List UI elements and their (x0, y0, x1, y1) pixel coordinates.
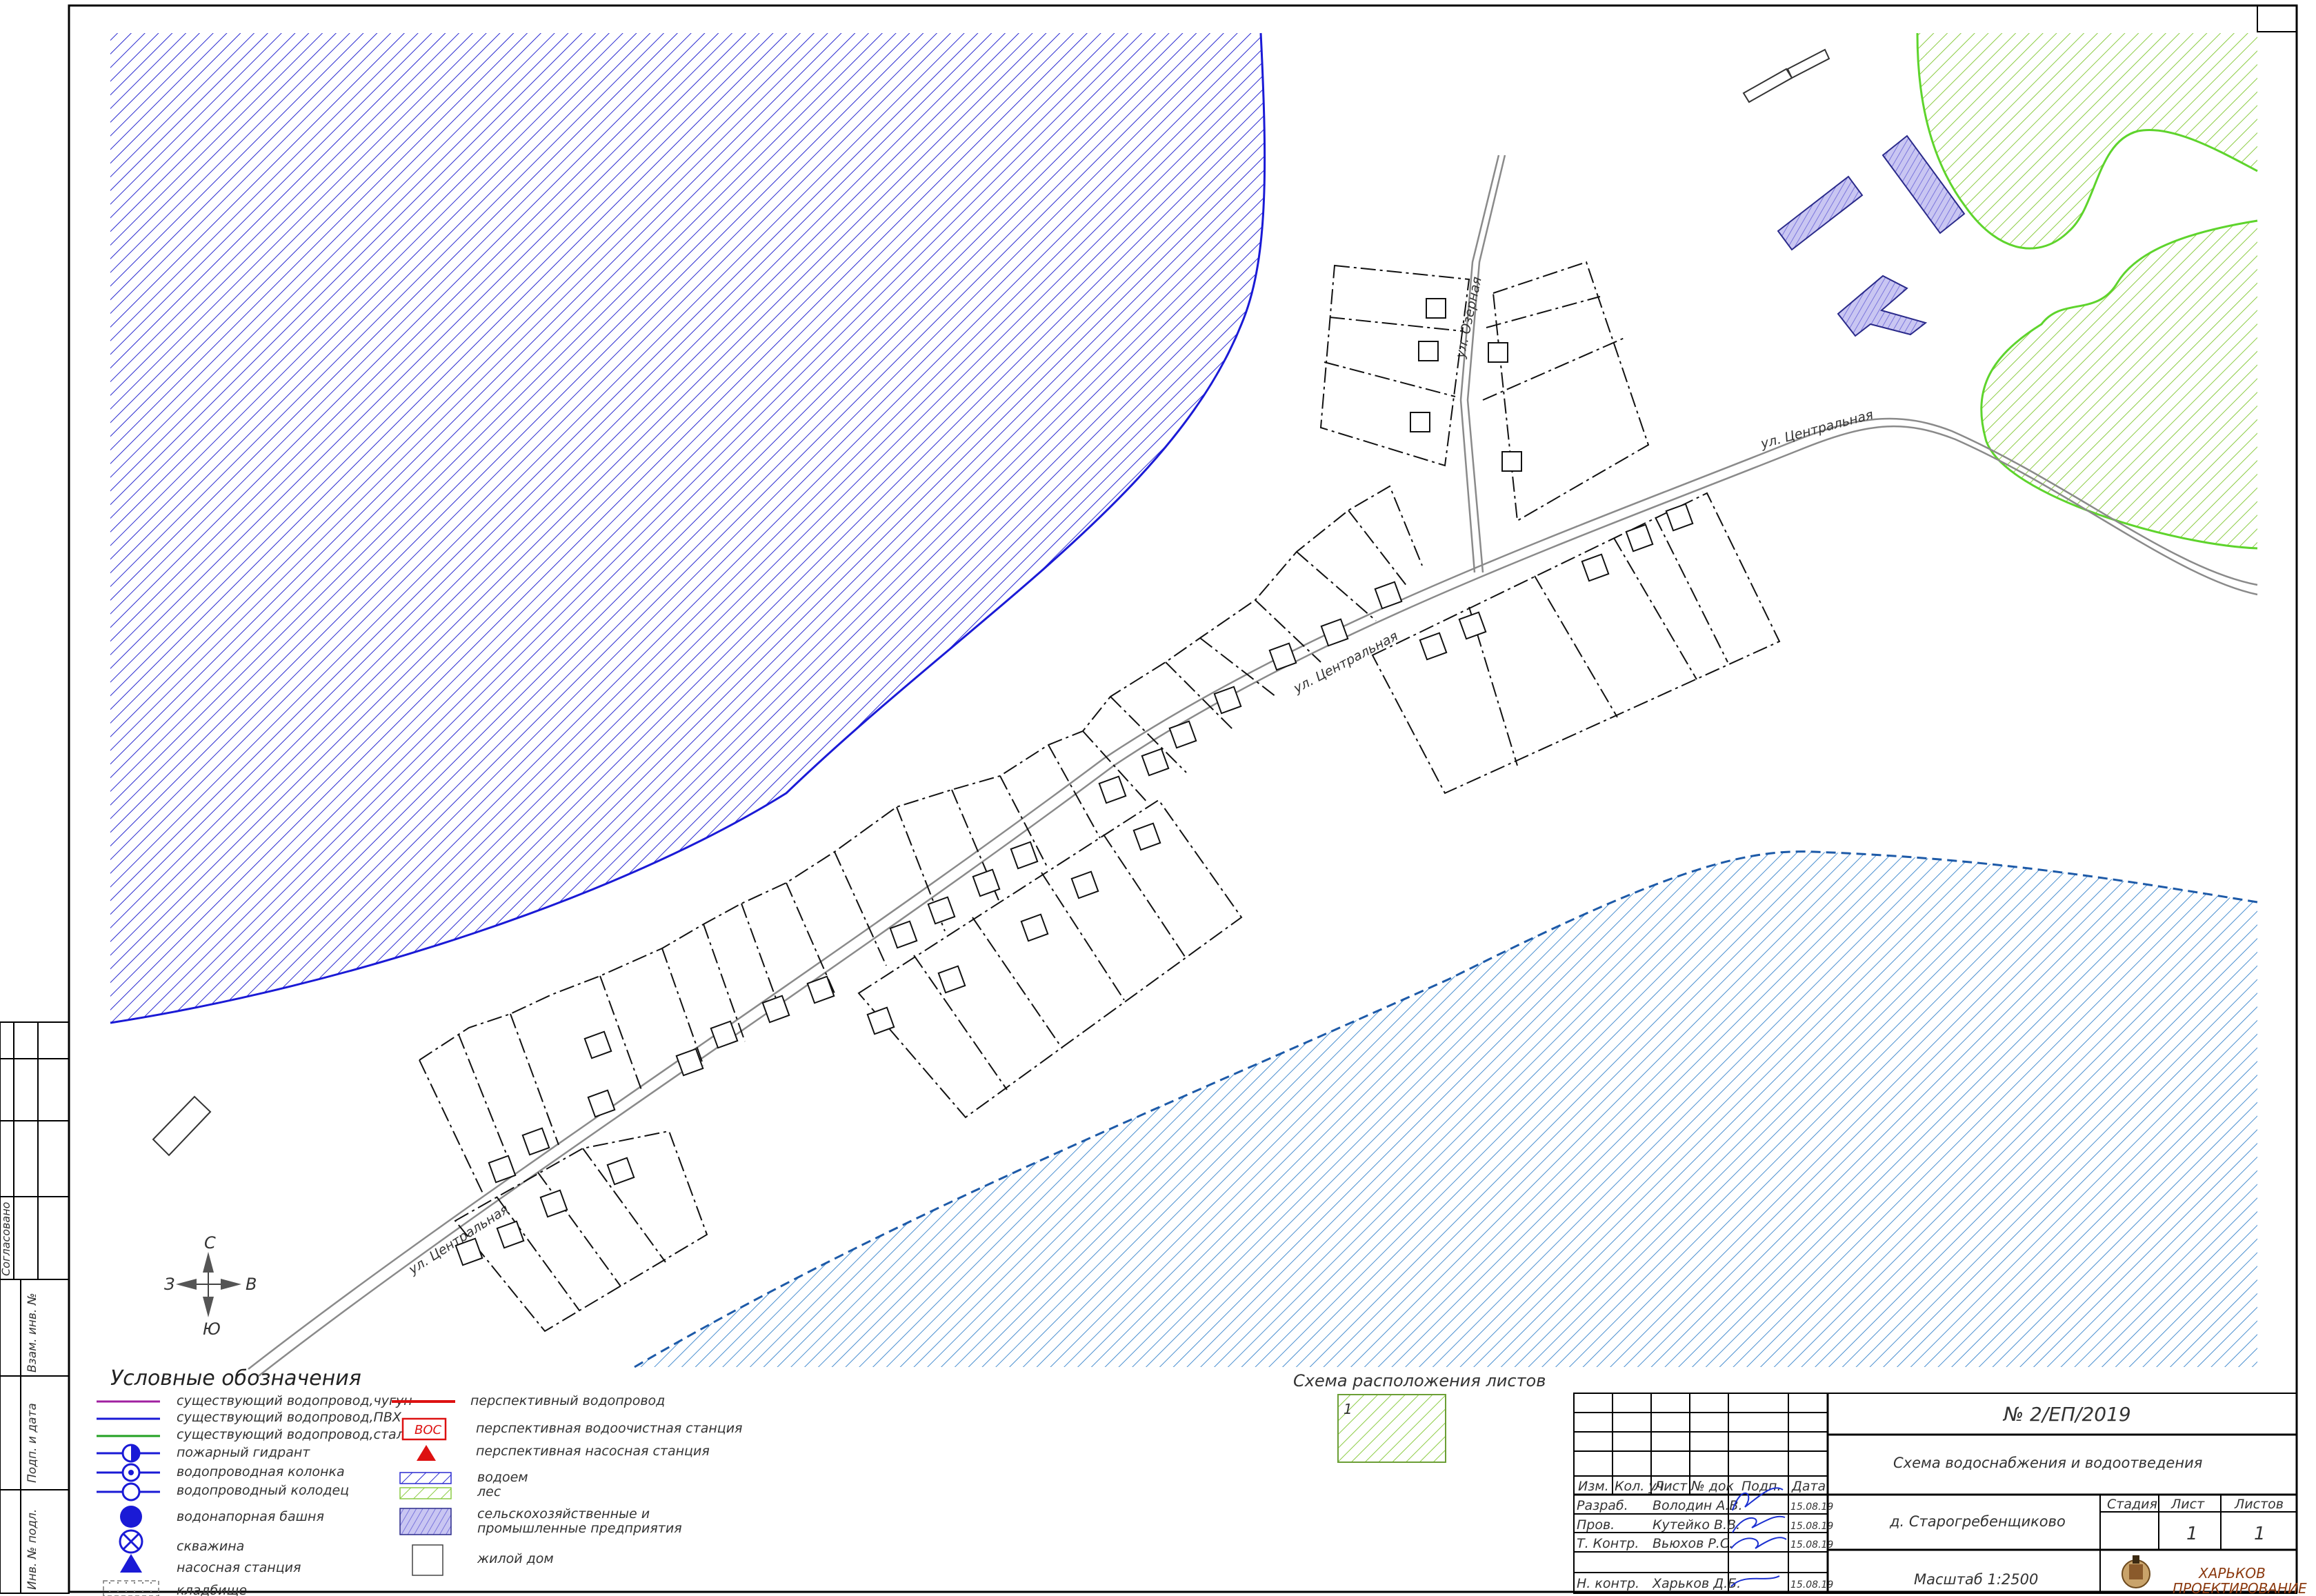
legend-voc-label: ВОС (415, 1423, 442, 1437)
stamp-sign-date: Подп. и дата (26, 1403, 39, 1483)
compass-north: С (204, 1233, 216, 1253)
legend-item-water-tower: водонапорная башня (177, 1509, 324, 1524)
street-label-lake: ул. Озёрная (1453, 275, 1485, 360)
legend-item-agri-2: промышленные предприятия (477, 1521, 682, 1536)
forest-area-2 (1981, 221, 2257, 548)
corner-box (2257, 5, 2297, 32)
date-checker: 15.08.19 (1790, 1521, 1833, 1532)
legend-item-hydrant: пожарный гидрант (177, 1445, 310, 1460)
legend-title: Условные обозначения (110, 1366, 361, 1390)
role-checker: Пров. (1577, 1517, 1615, 1533)
river-area (635, 851, 2257, 1367)
legend-item-standpipe: водопроводная колонка (177, 1464, 345, 1479)
legend-item-forest: лес (477, 1484, 501, 1499)
role-norm-control: Н. контр. (1577, 1576, 1639, 1591)
legend-item-house: жилой дом (477, 1551, 554, 1566)
legend-item-water-body: водоем (477, 1470, 528, 1485)
sheets-value: 1 (2254, 1524, 2266, 1544)
street-label-central-east: ул. Центральная (1759, 407, 1875, 452)
col-header-sheet: Лист (1653, 1479, 1688, 1494)
legend-symbols (97, 1400, 160, 1596)
legend-item-well: скважина (177, 1539, 244, 1554)
site-plan-sheet: Согласовано Взам. инв. № Подп. и дата Ин… (0, 4, 2307, 1596)
forest-area (1917, 33, 2257, 249)
north-arrow (176, 1252, 241, 1317)
title-scale: Масштаб 1:2500 (1914, 1571, 2038, 1588)
col-header-sign: Подп. (1741, 1479, 1781, 1494)
legend-item-cemetery: кладбище (177, 1583, 247, 1596)
title-doc-number: № 2/ЕП/2019 (2002, 1403, 2131, 1426)
stamp-replace-inv: Взам. инв. № (26, 1293, 39, 1373)
title-location: д. Старогребенщиково (1889, 1513, 2066, 1530)
sheets-header: Листов (2234, 1497, 2284, 1512)
legend-item-pvc: существующий водопровод,ПВХ (177, 1410, 402, 1425)
stamp-inv-original: Инв. № подл. (26, 1509, 39, 1590)
legend-item-manhole: водопроводный колодец (177, 1483, 349, 1498)
col-header-change: Изм. (1578, 1479, 1609, 1494)
role-tech-control: Т. Контр. (1577, 1536, 1639, 1551)
stage-header: Стадия (2107, 1497, 2157, 1512)
compass-east: В (246, 1275, 257, 1294)
company-logo (2122, 1555, 2150, 1588)
sheet-value: 1 (2186, 1524, 2198, 1544)
compass-west: З (164, 1275, 174, 1294)
date-tech-control: 15.08.19 (1790, 1539, 1833, 1550)
legend-item-pump-station: насосная станция (177, 1560, 301, 1575)
name-developer: Володин А.В. (1653, 1498, 1743, 1513)
sheet-scheme-number: 1 (1344, 1401, 1352, 1417)
legend-item-proposed-pump: перспективная насосная станция (476, 1444, 710, 1459)
date-developer: 15.08.19 (1790, 1502, 1833, 1513)
road-lake (1459, 154, 1506, 573)
col-header-doc: № док (1690, 1479, 1735, 1494)
sheet-scheme-title: Схема расположения листов (1293, 1371, 1546, 1390)
compass-south: Ю (203, 1319, 221, 1339)
name-checker: Кутейко В.В. (1653, 1517, 1740, 1533)
legend-item-cast-iron: существующий водопровод,чугун (177, 1393, 412, 1408)
date-norm-control: 15.08.19 (1790, 1579, 1833, 1590)
role-developer: Разраб. (1577, 1498, 1628, 1513)
name-norm-control: Харьков Д.Б. (1652, 1576, 1741, 1591)
title-project: Схема водоснабжения и водоотведения (1893, 1455, 2202, 1471)
stamp-agreed: Согласовано (0, 1201, 12, 1276)
name-tech-control: Вьюхов Р.С. (1653, 1536, 1733, 1551)
company-name-line2: ПРОЕКТИРОВАНИЕ (2173, 1580, 2307, 1596)
company-name-line1: ХАРЬКОВ (2198, 1565, 2266, 1582)
sheet-scheme-box (1337, 1394, 1446, 1463)
sheet-header: Лист (2170, 1497, 2205, 1512)
col-header-date: Дата (1791, 1479, 1826, 1494)
legend-item-proposed-treatment: перспективная водоочистная станция (476, 1421, 742, 1436)
legend-item-steel: существующий водопровод,сталь (177, 1427, 412, 1442)
legend-item-proposed-pipe: перспективный водопровод (470, 1393, 665, 1408)
legend-item-agri-1: сельскохозяйственные и (477, 1506, 650, 1522)
